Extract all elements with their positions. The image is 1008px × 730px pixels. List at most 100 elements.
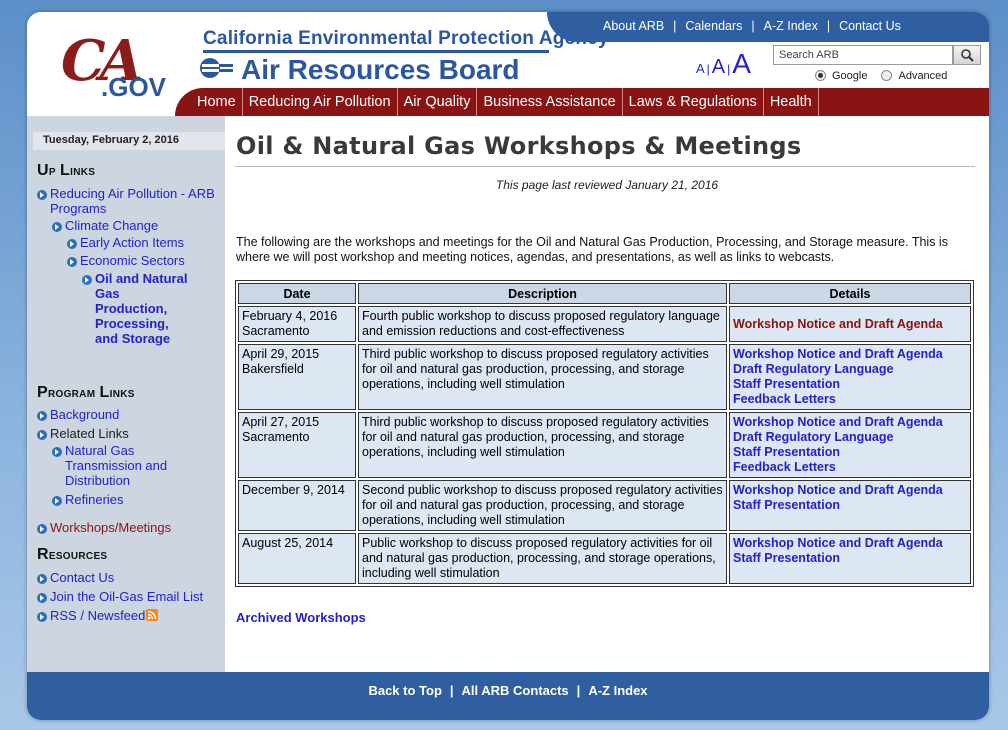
description-cell: Third public workshop to discuss propose… (358, 344, 727, 410)
board-name[interactable]: Air Resources Board (241, 54, 520, 86)
table-row: April 27, 2015 Sacramento Third public wo… (238, 412, 971, 478)
bullet-icon (37, 524, 47, 534)
all-arb-contacts-link[interactable]: All ARB Contacts (462, 683, 569, 698)
bullet-icon (52, 496, 62, 506)
nav-air-quality[interactable]: Air Quality (398, 88, 478, 116)
up-link-early-action-items[interactable]: Early Action Items (80, 235, 184, 250)
up-link-reducing-air-pollution[interactable]: Reducing Air Pollution - ARB Programs (50, 186, 220, 216)
staff-presentation-link[interactable]: Staff Presentation (733, 377, 967, 392)
separator: | (576, 683, 581, 698)
program-link-workshops-meetings[interactable]: Workshops/Meetings (50, 520, 171, 535)
footer-a-z-index-link[interactable]: A-Z Index (588, 683, 647, 698)
rss-label: RSS / Newsfeed (50, 608, 146, 623)
workshop-notice-link[interactable]: Workshop Notice and Draft Agenda (733, 536, 967, 551)
main-content: Oil & Natural Gas Workshops & Meetings T… (225, 116, 989, 672)
up-link-economic-sectors[interactable]: Economic Sectors (80, 253, 185, 268)
search-icon (961, 49, 974, 62)
details-cell: Workshop Notice and Draft Agenda Staff P… (729, 533, 971, 584)
feedback-letters-link[interactable]: Feedback Letters (733, 392, 967, 407)
details-cell: Workshop Notice and Draft Agenda Draft R… (729, 344, 971, 410)
place-text: Sacramento (242, 430, 310, 444)
table-row: December 9, 2014 Second public workshop … (238, 480, 971, 531)
search-input[interactable]: Search ARB (773, 45, 953, 65)
date-text: December 9, 2014 (242, 483, 345, 497)
date-cell: February 4, 2016 Sacramento (238, 306, 356, 342)
a-z-index-link[interactable]: A-Z Index (764, 19, 818, 33)
intro-paragraph: The following are the workshops and meet… (236, 235, 948, 264)
nav-home[interactable]: Home (191, 88, 243, 116)
workshop-notice-link[interactable]: Workshop Notice and Draft Agenda (733, 483, 967, 498)
description-cell: Public workshop to discuss proposed regu… (358, 533, 727, 584)
details-cell: Workshop Notice and Draft Agenda (729, 306, 971, 342)
draft-regulatory-language-link[interactable]: Draft Regulatory Language (733, 430, 967, 445)
nav-business-assistance[interactable]: Business Assistance (477, 88, 623, 116)
search-button[interactable] (953, 45, 981, 65)
table-row: April 29, 2015 Bakersfield Third public w… (238, 344, 971, 410)
back-to-top-link[interactable]: Back to Top (368, 683, 441, 698)
staff-presentation-link[interactable]: Staff Presentation (733, 551, 967, 566)
table-row: February 4, 2016 Sacramento Fourth public… (238, 306, 971, 342)
current-date: Tuesday, February 2, 2016 (33, 132, 225, 150)
separator: | (673, 19, 677, 33)
bullet-icon (37, 593, 47, 603)
description-cell: Fourth public workshop to discuss propos… (358, 306, 727, 342)
workshop-notice-link[interactable]: Workshop Notice and Draft Agenda (733, 347, 967, 362)
google-radio[interactable] (815, 70, 826, 81)
title-divider (235, 166, 975, 167)
date-text: April 29, 2015 (242, 347, 320, 361)
font-size-controls: A | A |A (696, 48, 751, 80)
separator: | (826, 19, 831, 33)
staff-presentation-link[interactable]: Staff Presentation (733, 498, 967, 513)
bullet-icon (37, 430, 47, 440)
nav-laws-regulations[interactable]: Laws & Regulations (623, 88, 764, 116)
resource-rss[interactable]: RSS / Newsfeed (50, 608, 159, 623)
date-cell: December 9, 2014 (238, 480, 356, 531)
font-size-large[interactable]: A (732, 48, 751, 79)
staff-presentation-link[interactable]: Staff Presentation (733, 445, 967, 460)
site-header: CA .GOV California Environmental Protect… (27, 12, 989, 116)
up-link-oil-natural-gas[interactable]: Oil and Natural Gas Production, Processi… (95, 271, 195, 346)
arb-logo-icon (200, 58, 233, 78)
utility-links: About ARB | Calendars | A-Z Index | Contact Us (603, 19, 901, 33)
header-divider (203, 50, 549, 53)
bullet-icon (67, 239, 77, 249)
page-frame: CA .GOV California Environmental Protect… (27, 12, 989, 720)
program-link-refineries[interactable]: Refineries (65, 492, 124, 507)
program-link-background[interactable]: Background (50, 407, 119, 422)
program-links-heading: Program Links (37, 384, 135, 401)
archived-workshops-link[interactable]: Archived Workshops (236, 610, 366, 625)
contact-us-link[interactable]: Contact Us (839, 19, 901, 33)
advanced-radio[interactable] (881, 70, 893, 81)
footer-links: Back to Top | All ARB Contacts | A-Z Index (27, 683, 989, 698)
bullet-icon (52, 447, 62, 457)
font-size-small[interactable]: A (696, 61, 705, 76)
separator: | (706, 62, 710, 76)
place-text: Bakersfield (242, 362, 304, 376)
program-link-related-links[interactable]: Related Links (50, 426, 129, 441)
site-footer: Back to Top | All ARB Contacts | A-Z Index (27, 672, 989, 720)
nav-health[interactable]: Health (764, 88, 819, 116)
nav-reducing-air-pollution[interactable]: Reducing Air Pollution (243, 88, 398, 116)
last-reviewed: This page last reviewed January 21, 2016 (495, 178, 719, 192)
ca-gov-logo[interactable]: CA .GOV (61, 26, 171, 106)
place-text: Sacramento (242, 324, 310, 338)
font-size-medium[interactable]: A (712, 56, 725, 78)
resource-contact-us[interactable]: Contact Us (50, 570, 114, 585)
workshop-notice-link[interactable]: Workshop Notice and Draft Agenda (733, 415, 967, 430)
separator: | (449, 683, 454, 698)
header-date: Date (238, 283, 356, 304)
calendars-link[interactable]: Calendars (685, 19, 742, 33)
header-description: Description (358, 283, 727, 304)
description-cell: Second public workshop to discuss propos… (358, 480, 727, 531)
resource-email-list[interactable]: Join the Oil-Gas Email List (50, 589, 203, 604)
description-cell: Third public workshop to discuss propose… (358, 412, 727, 478)
up-link-climate-change[interactable]: Climate Change (65, 218, 158, 233)
draft-regulatory-language-link[interactable]: Draft Regulatory Language (733, 362, 967, 377)
feedback-letters-link[interactable]: Feedback Letters (733, 460, 967, 475)
details-cell: Workshop Notice and Draft Agenda Draft R… (729, 412, 971, 478)
about-arb-link[interactable]: About ARB (603, 19, 664, 33)
program-link-natural-gas-transmission[interactable]: Natural Gas Transmission and Distributio… (65, 443, 185, 488)
workshop-notice-link[interactable]: Workshop Notice and Draft Agenda (733, 317, 967, 332)
separator: | (751, 19, 755, 33)
logo-gov-text: .GOV (101, 72, 167, 102)
